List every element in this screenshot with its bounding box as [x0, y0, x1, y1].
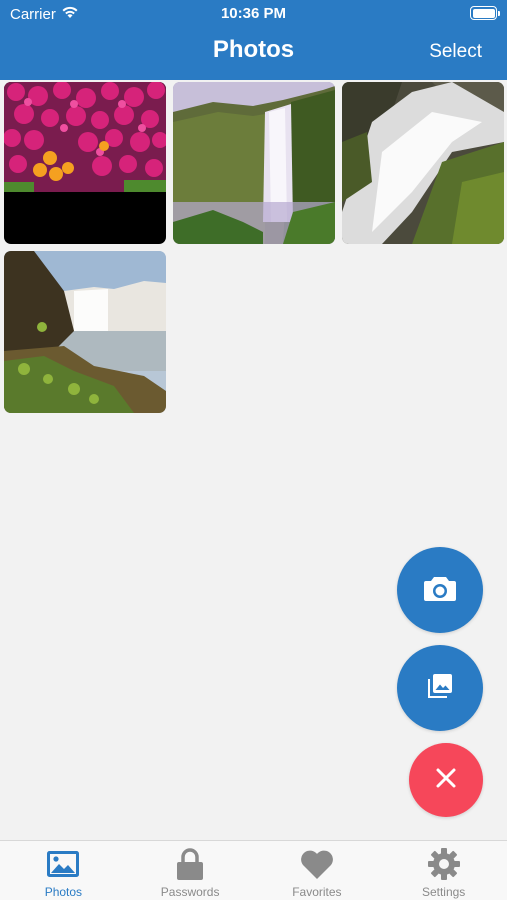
photo-thumbnail-waterfall-river[interactable] — [4, 251, 166, 413]
gear-icon — [427, 847, 461, 881]
photo-library-icon — [426, 672, 454, 705]
heart-icon — [300, 847, 334, 881]
navigation-header: Carrier 10:36 PM Photos Select — [0, 0, 507, 80]
close-fab-button[interactable] — [409, 743, 483, 817]
tab-favorites-label: Favorites — [292, 885, 342, 899]
tab-photos[interactable]: Photos — [0, 841, 127, 900]
tab-photos-label: Photos — [44, 885, 83, 899]
tab-passwords-label: Passwords — [160, 885, 220, 899]
lock-icon — [173, 847, 207, 881]
close-icon — [435, 767, 457, 794]
tab-settings[interactable]: Settings — [380, 841, 507, 900]
tab-favorites[interactable]: Favorites — [254, 841, 381, 900]
clock: 10:36 PM — [220, 5, 287, 22]
tab-passwords[interactable]: Passwords — [127, 841, 254, 900]
photo-thumbnail-waterfall-cliff[interactable] — [173, 82, 335, 244]
status-bar: Carrier 10:36 PM — [0, 0, 507, 28]
photo-thumbnail-waterfall-rocks[interactable] — [342, 82, 504, 244]
image-icon — [46, 847, 80, 881]
tab-bar: Photos Passwords Favorites Settings — [0, 840, 507, 900]
tab-settings-label: Settings — [421, 885, 466, 899]
gallery-button[interactable] — [397, 645, 483, 731]
camera-icon — [424, 575, 456, 606]
select-button[interactable]: Select — [429, 41, 482, 63]
photo-thumbnail-flowers[interactable] — [4, 82, 166, 244]
camera-button[interactable] — [397, 547, 483, 633]
battery-icon — [470, 6, 500, 20]
